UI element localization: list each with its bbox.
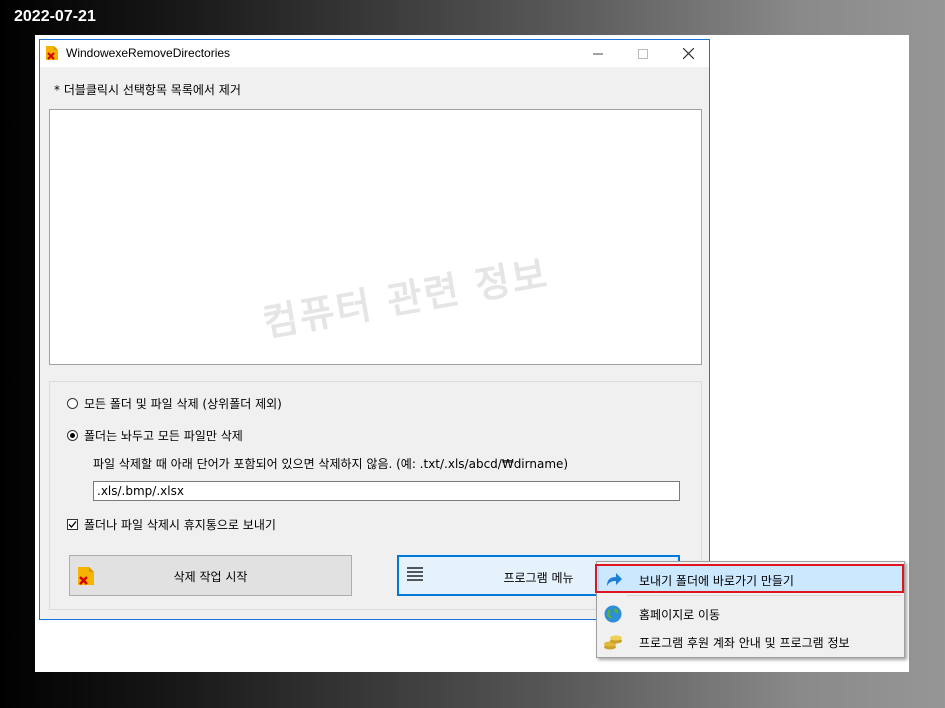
menu-item-send-to-shortcut[interactable]: 보내기 폴더에 바로가기 만들기 <box>598 565 903 593</box>
close-button[interactable] <box>665 40 711 67</box>
menu-item-about[interactable]: 프로그램 후원 계좌 안내 및 프로그램 정보 <box>599 628 902 654</box>
radio-delete-all-label: 모든 폴더 및 파일 삭제 (상위폴더 제외) <box>84 397 282 411</box>
menu-item-label: 홈페이지로 이동 <box>639 608 721 622</box>
recycle-checkbox-row[interactable]: 폴더나 파일 삭제시 휴지통으로 보내기 <box>67 516 276 533</box>
globe-icon <box>604 605 622 623</box>
radio-delete-all[interactable]: 모든 폴더 및 파일 삭제 (상위폴더 제외) <box>67 395 282 412</box>
close-icon <box>682 48 694 59</box>
directory-listbox[interactable] <box>49 109 702 365</box>
maximize-icon <box>638 48 648 59</box>
menu-item-label: 보내기 폴더에 바로가기 만들기 <box>639 574 794 588</box>
list-hint: * 더블클릭시 선택항목 목록에서 제거 <box>54 83 241 97</box>
checkmark-icon <box>68 521 77 528</box>
recycle-checkbox-label: 폴더나 파일 삭제시 휴지통으로 보내기 <box>84 518 276 532</box>
app-icon <box>46 46 58 60</box>
minimize-icon <box>593 53 603 54</box>
exclude-description: 파일 삭제할 때 아래 단어가 포함되어 있으면 삭제하지 않음. (예: .t… <box>93 457 569 471</box>
radio-delete-files-label: 폴더는 놔두고 모든 파일만 삭제 <box>84 429 243 443</box>
send-to-shortcut-icon <box>607 573 622 586</box>
coins-icon <box>604 635 622 650</box>
exclude-words-input[interactable] <box>93 481 680 501</box>
radio-delete-files-indicator[interactable] <box>67 430 78 441</box>
radio-delete-all-indicator[interactable] <box>67 398 78 409</box>
start-delete-label: 삭제 작업 시작 <box>173 570 248 584</box>
window-title: WindowexeRemoveDirectories <box>66 46 231 60</box>
title-bar[interactable]: WindowexeRemoveDirectories <box>40 40 709 67</box>
menu-item-homepage[interactable]: 홈페이지로 이동 <box>599 600 902 626</box>
start-delete-button[interactable]: 삭제 작업 시작 <box>69 555 352 596</box>
program-context-menu: 보내기 폴더에 바로가기 만들기 홈페이지로 이동 프로그램 후원 계좌 안내 … <box>596 561 905 658</box>
menu-item-label: 프로그램 후원 계좌 안내 및 프로그램 정보 <box>639 636 850 650</box>
radio-delete-files-only[interactable]: 폴더는 놔두고 모든 파일만 삭제 <box>67 427 243 444</box>
maximize-button[interactable] <box>620 40 666 67</box>
menu-separator <box>627 595 902 596</box>
app-window: WindowexeRemoveDirectories * 더블클릭시 선택항목 … <box>39 39 710 620</box>
minimize-button[interactable] <box>575 40 621 67</box>
date-label: 2022-07-21 <box>14 8 96 25</box>
recycle-checkbox[interactable] <box>67 519 78 530</box>
